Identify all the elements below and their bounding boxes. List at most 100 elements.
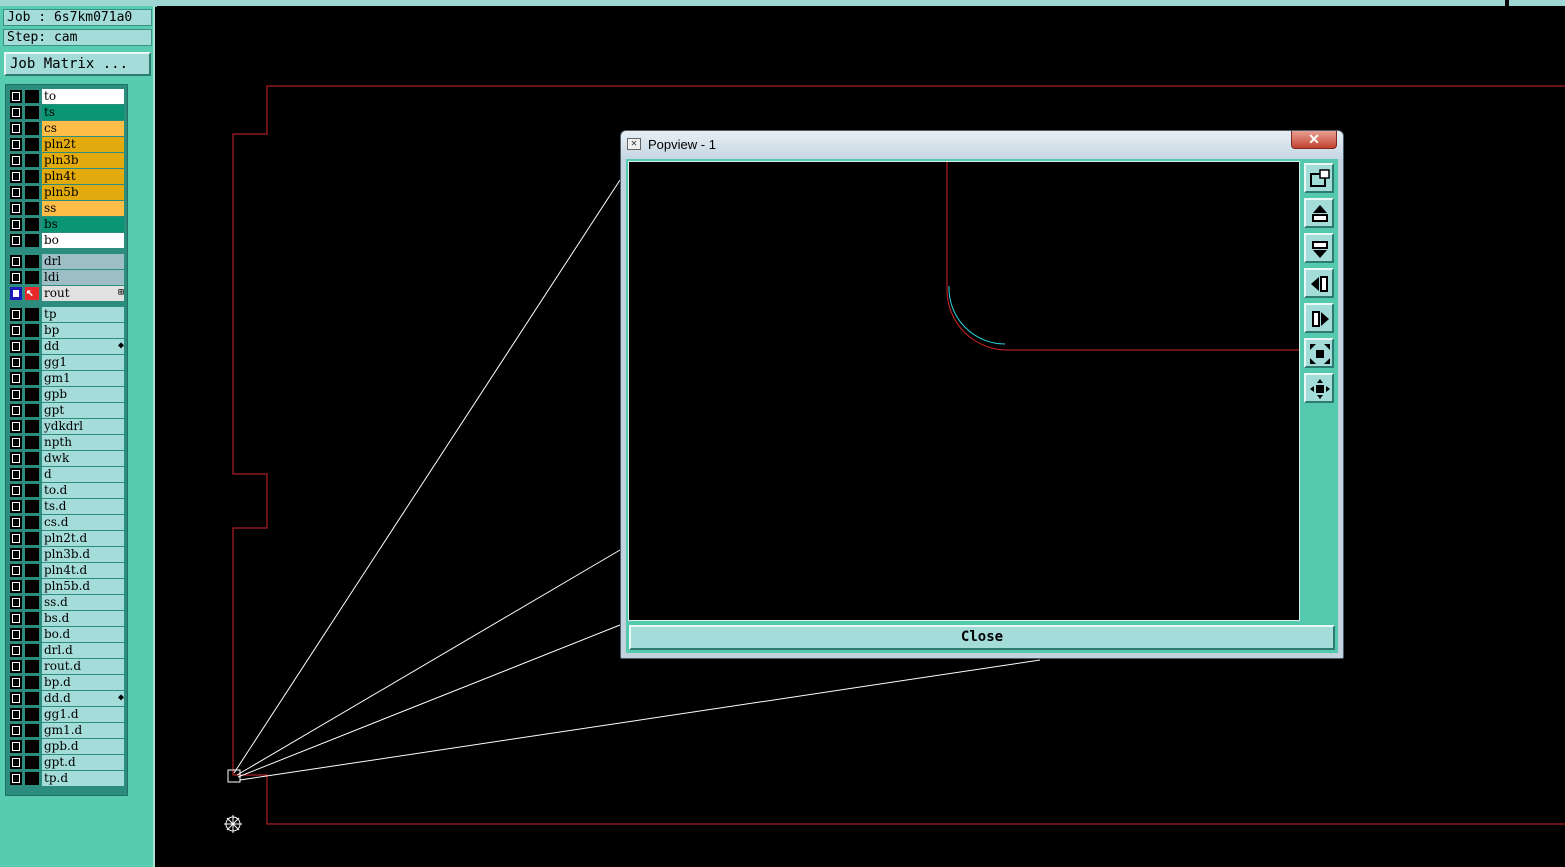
layer-checkbox[interactable]: [10, 308, 22, 321]
layer-row-ydkdrl[interactable]: ydkdrl: [8, 419, 126, 434]
layer-name[interactable]: pln5b.d: [42, 579, 124, 594]
layer-row-ldi[interactable]: ldi: [8, 270, 126, 285]
layer-name[interactable]: pln3b.d: [42, 547, 124, 562]
popview-graphics[interactable]: [628, 161, 1300, 621]
layer-checkbox[interactable]: [10, 90, 22, 103]
layer-row-tp[interactable]: tp: [8, 307, 126, 322]
pan-down-button[interactable]: [1304, 233, 1334, 263]
layer-checkbox[interactable]: [10, 122, 22, 135]
layer-checkbox[interactable]: [10, 740, 22, 753]
layer-row-pln5b[interactable]: pln5b: [8, 185, 126, 200]
layer-row-gm1[interactable]: gm1: [8, 371, 126, 386]
layer-name[interactable]: bp.d: [42, 675, 124, 690]
layer-flag[interactable]: [25, 756, 39, 769]
layer-flag[interactable]: [25, 154, 39, 167]
layer-checkbox[interactable]: [10, 106, 22, 119]
layer-flag[interactable]: [25, 660, 39, 673]
layer-flag[interactable]: [25, 724, 39, 737]
layer-name[interactable]: d: [42, 467, 124, 482]
layer-name[interactable]: ydkdrl: [42, 419, 124, 434]
layer-name[interactable]: cs: [42, 121, 124, 136]
layer-flag[interactable]: [25, 122, 39, 135]
layer-row-tp-d[interactable]: tp.d: [8, 771, 126, 786]
layer-row-drl[interactable]: drl: [8, 254, 126, 269]
pan-right-button[interactable]: [1304, 303, 1334, 333]
popview-titlebar[interactable]: ✕ Popview - 1 ✕: [621, 131, 1343, 159]
layer-flag[interactable]: [25, 436, 39, 449]
layer-flag[interactable]: [25, 740, 39, 753]
layer-flag[interactable]: [25, 500, 39, 513]
layer-row-pln3b[interactable]: pln3b: [8, 153, 126, 168]
layer-name[interactable]: dwk: [42, 451, 124, 466]
zoom-region-box[interactable]: [227, 769, 241, 783]
layer-checkbox[interactable]: [10, 660, 22, 673]
layer-flag[interactable]: [25, 234, 39, 247]
layer-checkbox[interactable]: [10, 287, 22, 300]
layer-flag[interactable]: [25, 170, 39, 183]
layer-name[interactable]: rout: [42, 286, 124, 301]
layer-checkbox[interactable]: [10, 452, 22, 465]
layer-flag[interactable]: [25, 356, 39, 369]
layer-name[interactable]: pln2t: [42, 137, 124, 152]
layer-name[interactable]: pln4t: [42, 169, 124, 184]
layer-row-dwk[interactable]: dwk: [8, 451, 126, 466]
layer-name[interactable]: to: [42, 89, 124, 104]
layer-name[interactable]: ss: [42, 201, 124, 216]
layer-checkbox[interactable]: [10, 484, 22, 497]
layer-row-cs[interactable]: cs: [8, 121, 126, 136]
layer-flag[interactable]: [25, 580, 39, 593]
layer-checkbox[interactable]: [10, 676, 22, 689]
layer-checkbox[interactable]: [10, 138, 22, 151]
layer-checkbox[interactable]: [10, 372, 22, 385]
layer-checkbox[interactable]: [10, 271, 22, 284]
layer-name[interactable]: dd.d: [42, 691, 124, 706]
layer-checkbox[interactable]: [10, 756, 22, 769]
layer-flag[interactable]: [25, 516, 39, 529]
layer-name[interactable]: dd: [42, 339, 124, 354]
layer-flag[interactable]: [25, 644, 39, 657]
layer-name[interactable]: bs.d: [42, 611, 124, 626]
layer-name[interactable]: tp: [42, 307, 124, 322]
layer-row-pln4t[interactable]: pln4t: [8, 169, 126, 184]
layer-name[interactable]: bs: [42, 217, 124, 232]
layer-flag[interactable]: [25, 308, 39, 321]
layer-row-gpt-d[interactable]: gpt.d: [8, 755, 126, 770]
layer-name[interactable]: tp.d: [42, 771, 124, 786]
layer-flag[interactable]: [25, 90, 39, 103]
layer-checkbox[interactable]: [10, 596, 22, 609]
layer-checkbox[interactable]: [10, 564, 22, 577]
layer-row-pln2t-d[interactable]: pln2t.d: [8, 531, 126, 546]
layer-name[interactable]: drl.d: [42, 643, 124, 658]
layer-name[interactable]: to.d: [42, 483, 124, 498]
layer-row-pln3b-d[interactable]: pln3b.d: [8, 547, 126, 562]
layer-flag[interactable]: [25, 708, 39, 721]
layer-flag[interactable]: [25, 186, 39, 199]
layer-flag[interactable]: [25, 676, 39, 689]
layer-checkbox[interactable]: [10, 356, 22, 369]
layer-row-pln2t[interactable]: pln2t: [8, 137, 126, 152]
layer-flag[interactable]: [25, 372, 39, 385]
layer-checkbox[interactable]: [10, 708, 22, 721]
layer-row-bs[interactable]: bs: [8, 217, 126, 232]
layer-name[interactable]: npth: [42, 435, 124, 450]
layer-flag[interactable]: [25, 692, 39, 705]
layer-checkbox[interactable]: [10, 170, 22, 183]
layer-row-ts[interactable]: ts: [8, 105, 126, 120]
layer-name[interactable]: bp: [42, 323, 124, 338]
layer-checkbox[interactable]: [10, 644, 22, 657]
layer-row-to[interactable]: to: [8, 89, 126, 104]
layer-name[interactable]: ts.d: [42, 499, 124, 514]
layer-name[interactable]: ldi: [42, 270, 124, 285]
layer-row-bp[interactable]: bp: [8, 323, 126, 338]
layer-name[interactable]: pln5b: [42, 185, 124, 200]
layer-flag[interactable]: [25, 138, 39, 151]
window-close-button[interactable]: ✕: [1291, 131, 1337, 149]
layer-row-gm1-d[interactable]: gm1.d: [8, 723, 126, 738]
layer-checkbox[interactable]: [10, 218, 22, 231]
layer-checkbox[interactable]: [10, 186, 22, 199]
close-button[interactable]: Close: [629, 625, 1335, 650]
layer-name[interactable]: gpb.d: [42, 739, 124, 754]
layer-flag[interactable]: [25, 564, 39, 577]
layer-row-dd[interactable]: dd ◆: [8, 339, 126, 354]
pan-up-button[interactable]: [1304, 198, 1334, 228]
